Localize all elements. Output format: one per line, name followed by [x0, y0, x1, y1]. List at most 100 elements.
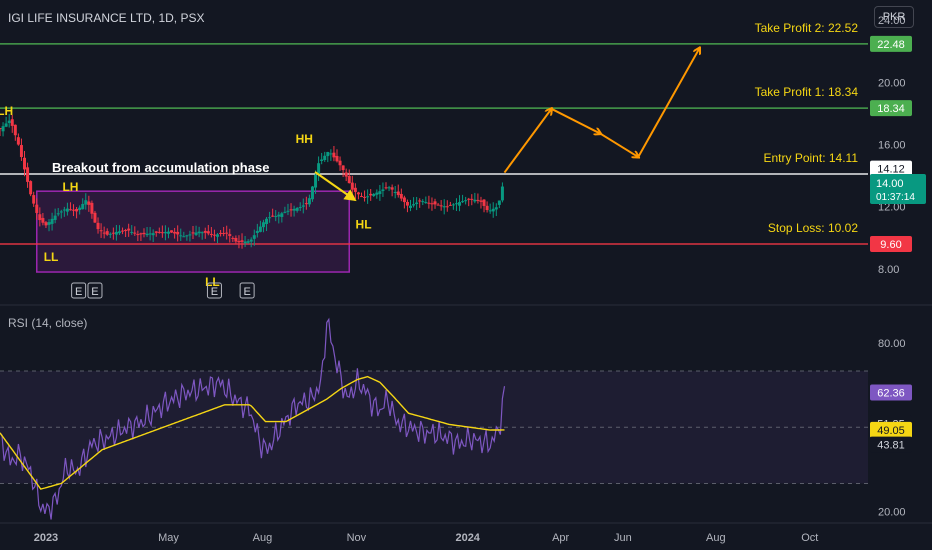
candle-body — [304, 203, 308, 205]
candle-body — [243, 241, 247, 244]
candle-body — [359, 196, 363, 198]
candle-body — [332, 152, 336, 158]
candle-body — [454, 203, 458, 205]
candle-body — [114, 231, 118, 235]
candle-body — [32, 195, 36, 204]
swing-label-lh-1: LH — [62, 180, 78, 194]
candle-body — [461, 201, 465, 203]
candle-body — [494, 207, 498, 210]
candle-body — [326, 152, 330, 157]
time-axis-label: 2023 — [34, 532, 58, 544]
candle-body — [314, 174, 318, 188]
chart-canvas[interactable]: LHLHLLLLHHHLE E E EBreakout from accumulati… — [0, 0, 932, 550]
earnings-marker-label: E — [243, 286, 250, 298]
candle-body — [329, 153, 333, 155]
rsi-tag-label: 49.05 — [877, 425, 905, 437]
candle-body — [424, 202, 428, 204]
candle-body — [307, 198, 311, 205]
candle-body — [93, 212, 97, 223]
candle-body — [473, 199, 477, 202]
swing-label-hl-5: HL — [356, 217, 372, 231]
candle-body — [13, 124, 17, 136]
time-axis-label: Aug — [253, 532, 273, 544]
candle-body — [448, 204, 452, 206]
candle-body — [16, 137, 20, 145]
rsi-tag-label: 43.81 — [877, 440, 905, 452]
time-axis-label: Jun — [614, 532, 632, 544]
candle-body — [482, 199, 486, 206]
candle-body — [458, 202, 462, 206]
candle-body — [151, 233, 155, 236]
candle-body — [372, 193, 376, 196]
candle-body — [102, 232, 106, 234]
time-axis-label: Apr — [552, 532, 569, 544]
candle-body — [399, 193, 403, 199]
candle-body — [228, 234, 232, 236]
candle-body — [341, 165, 345, 171]
candle-body — [7, 120, 11, 124]
candle-body — [369, 193, 373, 196]
candle-body — [292, 208, 296, 211]
time-axis-label: 2024 — [455, 532, 480, 544]
candle-body — [433, 201, 437, 205]
candle-body — [283, 211, 287, 213]
rsi-legend-title: RSI (14, close) — [8, 316, 88, 330]
countdown-label: 01:37:14 — [876, 192, 915, 203]
time-axis-label: Oct — [801, 532, 818, 544]
candle-body — [142, 232, 146, 235]
candle-body — [393, 191, 397, 193]
candle-body — [212, 234, 216, 236]
candle-body — [197, 231, 201, 234]
candle-body — [246, 241, 250, 243]
candle-body — [497, 200, 501, 205]
candle-body — [59, 211, 63, 213]
candle-body — [225, 232, 229, 234]
candle-body — [68, 209, 72, 211]
candle-body — [23, 157, 27, 170]
candle-body — [176, 231, 180, 235]
currency-button[interactable]: PKR — [874, 6, 914, 28]
candle-body — [295, 207, 299, 211]
candle-body — [219, 232, 223, 234]
candle-body — [216, 234, 220, 237]
candle-body — [26, 167, 30, 182]
candle-body — [418, 200, 422, 202]
symbol-title: IGI LIFE INSURANCE LTD, 1D, PSX — [8, 11, 205, 25]
candle-body — [500, 186, 504, 201]
candle-body — [160, 232, 164, 234]
candle-body — [427, 202, 431, 204]
candle-body — [258, 226, 262, 232]
candle-body — [310, 186, 314, 200]
candle-body — [53, 215, 57, 220]
candle-body — [286, 210, 290, 212]
time-axis-label: Nov — [347, 532, 367, 544]
rsi-axis-tick: 80.00 — [878, 338, 906, 350]
projection-arrow-segment — [550, 107, 600, 134]
candle-body — [154, 231, 158, 233]
projection-arrow-segment — [503, 109, 551, 174]
candle-body — [261, 222, 265, 228]
candle-body — [301, 205, 305, 207]
candle-body — [65, 208, 69, 212]
candle-body — [381, 189, 385, 192]
candle-body — [44, 222, 48, 226]
price-axis-tick: 20.00 — [878, 77, 906, 89]
candle-body — [139, 233, 143, 235]
candle-body — [111, 232, 115, 234]
candle-body — [347, 175, 351, 184]
candle-body — [136, 234, 140, 236]
candle-body — [191, 232, 195, 234]
candle-body — [436, 204, 440, 206]
candle-body — [222, 233, 226, 235]
time-axis-label: Aug — [706, 532, 726, 544]
candle-body — [344, 172, 348, 177]
candle-body — [206, 231, 210, 234]
candle-body — [130, 231, 134, 233]
candle-body — [476, 199, 480, 201]
candle-body — [47, 222, 51, 225]
candle-body — [252, 235, 256, 239]
candle-body — [271, 215, 275, 217]
candle-body — [117, 231, 121, 234]
price-axis-tick: 16.00 — [878, 140, 906, 152]
candle-body — [90, 202, 94, 214]
